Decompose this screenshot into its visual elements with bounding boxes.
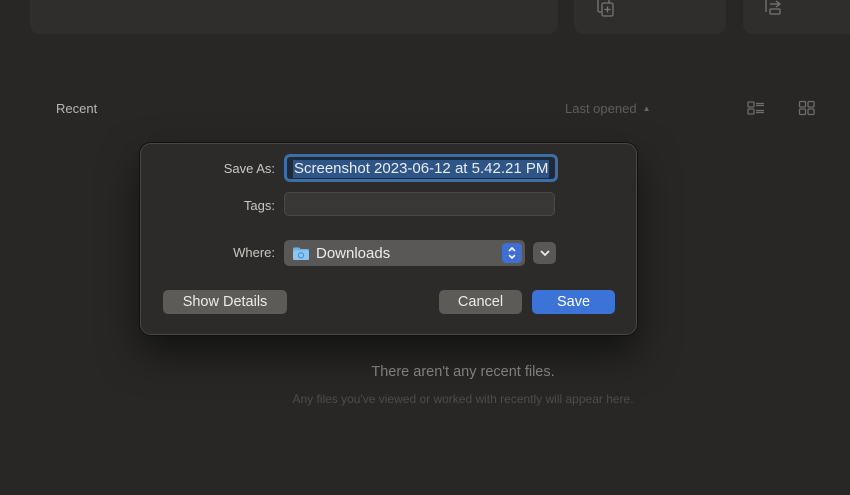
tags-label: Tags: <box>243 198 275 213</box>
add-file-icon <box>597 0 614 17</box>
folder-icon <box>293 247 309 260</box>
recent-file-card[interactable] <box>30 0 558 34</box>
recent-heading: Recent <box>56 101 98 116</box>
list-view-icon[interactable] <box>747 100 765 116</box>
sort-label: Last opened <box>565 101 637 116</box>
chevron-updown-icon <box>502 243 522 263</box>
save-button[interactable]: Save <box>532 290 615 314</box>
save-dialog: Save As: Screenshot 2023-06-12 at 5.42.2… <box>140 143 637 335</box>
tags-field[interactable] <box>284 192 555 216</box>
where-value: Downloads <box>316 244 391 262</box>
where-label: Where: <box>233 245 275 260</box>
empty-state-title: There aren't any recent files. <box>371 364 555 380</box>
import-card[interactable] <box>743 0 850 34</box>
grid-view-icon[interactable] <box>798 100 816 116</box>
save-as-label: Save As: <box>223 161 275 176</box>
sort-dropdown[interactable]: Last opened ▲ <box>565 101 651 116</box>
expand-browser-button[interactable] <box>533 242 556 264</box>
save-as-field[interactable]: Screenshot 2023-06-12 at 5.42.21 PM <box>284 154 558 182</box>
cancel-button[interactable]: Cancel <box>439 290 522 314</box>
where-dropdown[interactable]: Downloads <box>284 240 525 266</box>
empty-state-subtitle: Any files you've viewed or worked with r… <box>292 392 634 406</box>
new-file-card[interactable] <box>574 0 726 34</box>
show-details-button[interactable]: Show Details <box>163 290 287 314</box>
app-background: Recent Last opened ▲ There aren't any re… <box>0 0 850 495</box>
save-as-value: Screenshot 2023-06-12 at 5.42.21 PM <box>293 160 550 178</box>
sort-caret-icon: ▲ <box>642 104 651 113</box>
chevron-down-icon <box>539 250 550 257</box>
import-icon <box>765 0 782 15</box>
